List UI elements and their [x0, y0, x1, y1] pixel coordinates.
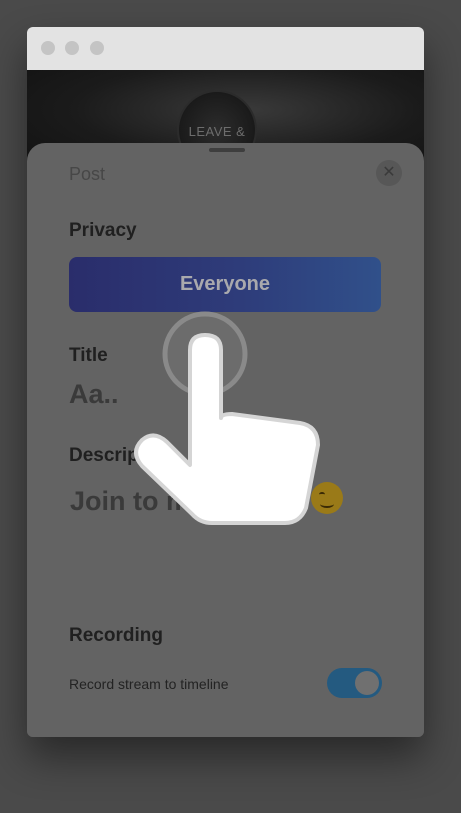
record-stream-toggle[interactable] — [327, 668, 382, 698]
privacy-everyone-button[interactable]: Everyone — [69, 257, 381, 312]
record-toggle-label: Record stream to timeline — [69, 676, 229, 692]
app-window: LEAVE & Post ✕ Privacy Everyone Title Aa… — [27, 27, 424, 737]
sheet-drag-handle[interactable] — [209, 148, 245, 152]
window-dot-minimize[interactable] — [65, 41, 79, 55]
window-dot-close[interactable] — [41, 41, 55, 55]
title-input[interactable]: Aa.. — [69, 379, 119, 410]
close-button[interactable]: ✕ — [376, 160, 402, 186]
sheet-title: Post — [69, 164, 106, 184]
description-label: Description — [69, 445, 174, 466]
toggle-knob — [355, 671, 379, 695]
description-text: Join to my stream — [70, 486, 302, 516]
window-titlebar — [27, 27, 424, 70]
recording-label: Recording — [69, 625, 163, 646]
channel-logo-text: LEAVE & — [188, 124, 246, 139]
post-sheet: Post ✕ Privacy Everyone Title Aa.. Descr… — [27, 143, 424, 737]
close-icon: ✕ — [382, 164, 396, 181]
description-input[interactable]: Join to my stream — [70, 482, 344, 517]
savoring-face-emoji-icon — [311, 482, 344, 514]
privacy-label: Privacy — [69, 220, 137, 241]
window-dot-maximize[interactable] — [90, 41, 104, 55]
title-label: Title — [69, 345, 108, 366]
